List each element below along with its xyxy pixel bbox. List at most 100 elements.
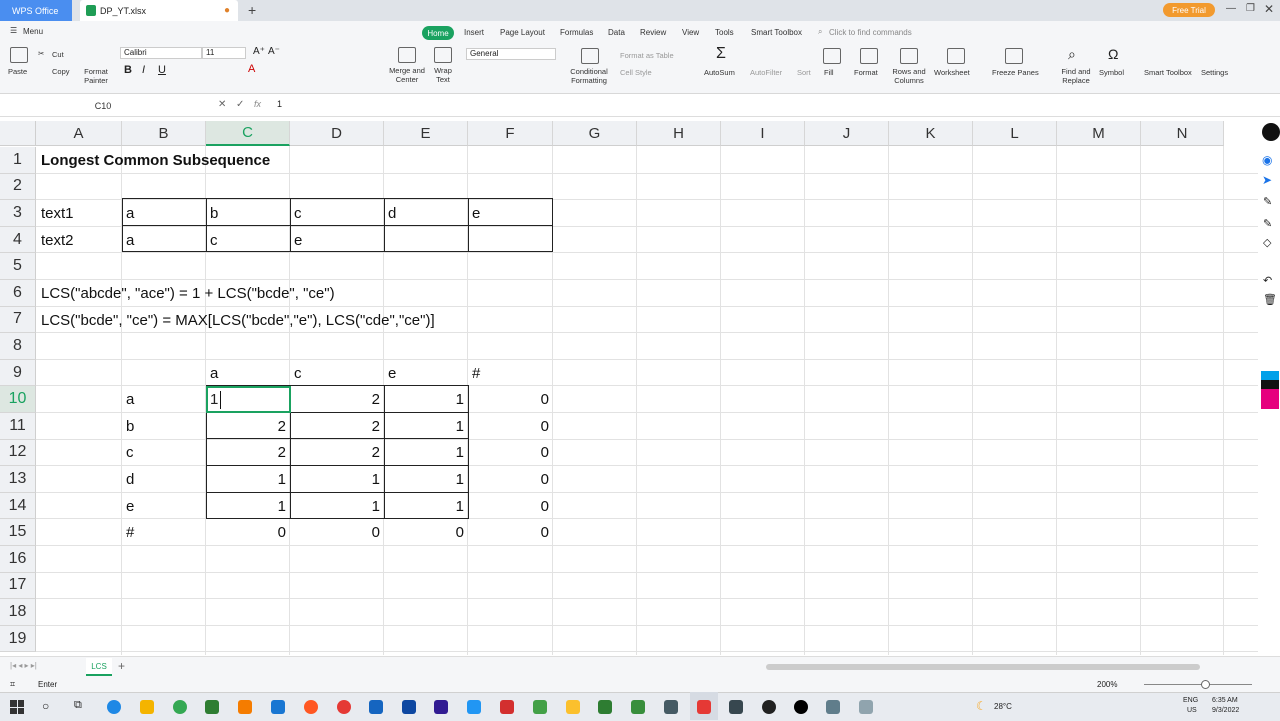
worksheet-button[interactable]: Worksheet — [934, 68, 970, 77]
edge-icon[interactable] — [107, 700, 121, 714]
highlighter-icon[interactable]: ✎ — [1263, 217, 1272, 230]
autosum-button[interactable]: AutoSum — [704, 68, 735, 77]
row-header-12[interactable]: 12 — [0, 439, 36, 467]
menu-button[interactable]: Menu — [23, 27, 43, 36]
free-trial-button[interactable]: Free Trial — [1163, 3, 1215, 17]
decrease-font-icon[interactable]: A⁻ — [268, 46, 280, 57]
omega-icon[interactable]: Ω — [1108, 46, 1118, 62]
app-icon-8[interactable] — [664, 700, 678, 714]
sort-button[interactable]: Sort — [797, 68, 811, 77]
color-swatch-cyan[interactable] — [1261, 371, 1279, 380]
underline-icon[interactable]: U — [158, 64, 166, 76]
increase-font-icon[interactable]: A⁺ — [253, 46, 265, 57]
fx-label[interactable]: fx — [254, 99, 261, 109]
app-icon-2[interactable] — [402, 700, 416, 714]
terminal-icon[interactable] — [729, 700, 743, 714]
menu-icon[interactable]: ☰ — [10, 26, 17, 35]
file-tab[interactable]: DP_YT.xlsx ● — [80, 0, 238, 21]
column-header-m[interactable]: M — [1057, 121, 1141, 146]
wrap-text-icon[interactable] — [434, 47, 452, 63]
zoom-slider[interactable] — [1144, 684, 1252, 685]
sublime-icon[interactable] — [238, 700, 252, 714]
app-icon-11[interactable] — [859, 700, 873, 714]
wps-office-tab[interactable]: WPS Office — [0, 0, 72, 21]
excel-icon[interactable] — [205, 700, 219, 714]
selected-cell-c10[interactable]: 1 — [206, 386, 291, 413]
cell-c9[interactable]: a — [206, 360, 222, 386]
sheet-tab-lcs[interactable]: LCS — [86, 658, 112, 676]
cell-f3[interactable]: e — [468, 200, 484, 226]
row-header-2[interactable]: 2 — [0, 173, 36, 201]
font-name-select[interactable]: Calibri — [120, 47, 202, 59]
row-header-16[interactable]: 16 — [0, 546, 36, 573]
font-size-select[interactable]: 11 — [202, 47, 246, 59]
assistant-icon[interactable] — [1262, 123, 1280, 141]
dp-cell[interactable]: 2 — [290, 413, 384, 440]
name-box[interactable]: C10 — [0, 98, 206, 114]
column-header-j[interactable]: J — [805, 121, 889, 146]
dp-cell[interactable]: 2 — [206, 413, 290, 440]
cut-button[interactable]: Cut — [52, 50, 64, 59]
search-taskbar-icon[interactable]: ○ — [42, 699, 49, 713]
dp-cell[interactable]: 2 — [290, 440, 384, 467]
row-header-6[interactable]: 6 — [0, 280, 36, 307]
horizontal-scrollbar[interactable] — [766, 664, 1200, 670]
dp-row-label[interactable]: e — [122, 493, 138, 520]
column-header-i[interactable]: I — [721, 121, 805, 146]
column-header-d[interactable]: D — [290, 121, 384, 146]
format-as-table-button[interactable]: Format as Table — [620, 51, 674, 60]
row-header-19[interactable]: 19 — [0, 625, 36, 653]
italic-icon[interactable]: I — [142, 64, 145, 76]
conditional-formatting-icon[interactable] — [581, 48, 599, 64]
cell-d3[interactable]: c — [290, 200, 306, 226]
row-header-17[interactable]: 17 — [0, 572, 36, 600]
app-icon-10[interactable] — [826, 700, 840, 714]
zoom-app-icon[interactable] — [467, 700, 481, 714]
dp-cell[interactable]: 0 — [290, 519, 384, 546]
tab-tools[interactable]: Tools — [715, 28, 734, 37]
dp-cell[interactable]: 0 — [468, 386, 553, 413]
cancel-icon[interactable]: ✕ — [218, 99, 226, 110]
dp-cell[interactable]: 0 — [468, 413, 553, 440]
wps-taskbar-icon[interactable] — [697, 700, 711, 714]
tab-home[interactable]: Home — [422, 26, 454, 40]
settings-button[interactable]: Settings — [1201, 68, 1228, 77]
number-format-select[interactable]: General — [466, 48, 556, 60]
column-header-a[interactable]: A — [36, 121, 122, 146]
paste-icon[interactable] — [10, 47, 28, 63]
github-icon[interactable] — [762, 700, 776, 714]
freeze-panes-icon[interactable] — [1005, 48, 1023, 64]
vscode-icon[interactable] — [271, 700, 285, 714]
chrome-icon[interactable] — [173, 700, 187, 714]
windows-start-icon[interactable] — [10, 700, 24, 714]
minimize-icon[interactable]: — — [1226, 3, 1236, 14]
column-header-h[interactable]: H — [637, 121, 721, 146]
cell-style-button[interactable]: Cell Style — [620, 68, 652, 77]
app-icon-6[interactable] — [598, 700, 612, 714]
merge-center-button[interactable]: Merge and Center — [386, 66, 428, 84]
dp-cell[interactable]: 1 — [384, 413, 468, 440]
cell-b3[interactable]: a — [122, 200, 138, 226]
rows-columns-icon[interactable] — [900, 48, 918, 64]
dp-row-label[interactable]: a — [122, 386, 138, 413]
weather-icon[interactable]: ☾ — [976, 699, 987, 713]
column-header-k[interactable]: K — [889, 121, 973, 146]
color-swatch-magenta[interactable] — [1261, 389, 1279, 409]
maximize-icon[interactable]: ❐ — [1246, 3, 1255, 14]
tab-review[interactable]: Review — [640, 28, 666, 37]
tab-insert[interactable]: Insert — [464, 28, 484, 37]
font-color-icon[interactable]: A — [248, 63, 255, 75]
format-painter-button[interactable]: Format Painter — [82, 67, 110, 85]
autofilter-button[interactable]: AutoFilter — [750, 68, 782, 77]
formula-input[interactable]: 1 — [277, 99, 282, 109]
row-header-1[interactable]: 1 — [0, 147, 36, 174]
dp-cell[interactable]: 1 — [384, 386, 468, 413]
cell-a4[interactable]: text2 — [37, 227, 78, 253]
dp-cell[interactable]: 2 — [206, 440, 290, 467]
dp-cell[interactable]: 1 — [384, 493, 468, 520]
fill-icon[interactable] — [823, 48, 841, 64]
tab-page-layout[interactable]: Page Layout — [500, 28, 545, 37]
column-header-f[interactable]: F — [468, 121, 553, 146]
column-header-b[interactable]: B — [122, 121, 206, 146]
app-icon-9[interactable] — [794, 700, 808, 714]
